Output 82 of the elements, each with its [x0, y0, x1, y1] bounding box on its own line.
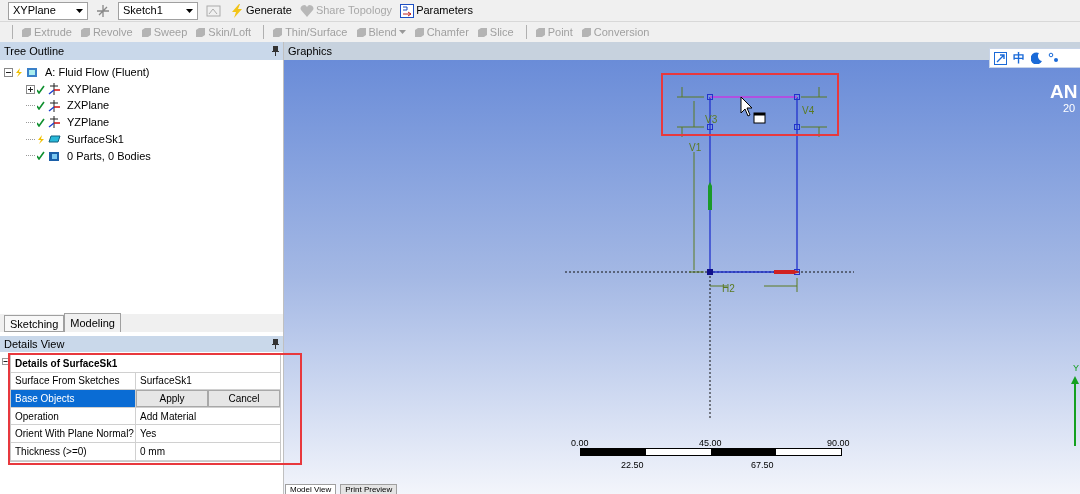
- caret-icon: [186, 8, 193, 13]
- property-label: Operation: [11, 407, 136, 425]
- dimension-label: V3: [705, 113, 718, 127]
- sketch-icon: [206, 3, 222, 18]
- tree-item[interactable]: SurfaceSk1: [67, 130, 124, 148]
- mode-tab[interactable]: Sketching: [4, 315, 65, 332]
- sketch-point: [707, 124, 713, 130]
- toolbar-button[interactable]: Parameters: [400, 2, 473, 19]
- origin-point: [707, 269, 713, 275]
- x-axis-arrow: [774, 270, 800, 274]
- root-icon: [25, 65, 39, 80]
- property-label: Orient With Plane Normal?: [11, 425, 136, 442]
- property-value: Add Material: [139, 409, 198, 424]
- dimension-label: H2: [722, 282, 735, 296]
- tool-icon: [476, 26, 488, 38]
- toolbar-button[interactable]: Generate: [230, 2, 292, 19]
- apply-button[interactable]: Apply: [136, 390, 208, 407]
- details-header: Details of SurfaceSk1: [14, 356, 119, 371]
- logo-version: 20: [1063, 103, 1076, 114]
- property-label: Surface From Sketches: [11, 372, 136, 390]
- sketch-point: [794, 269, 800, 275]
- pin-icon: [272, 339, 279, 349]
- ime-mode-label: 中: [1013, 50, 1025, 67]
- tree-item[interactable]: ZXPlane: [67, 97, 110, 114]
- scale-label: 0.00: [571, 437, 589, 450]
- moon-icon: [1031, 52, 1042, 64]
- tool-icon: [140, 26, 152, 38]
- property-label: Thickness (>=0): [11, 442, 136, 460]
- property-value: Yes: [139, 427, 158, 442]
- y-axis-arrow: [708, 182, 712, 210]
- select-field[interactable]: XYPlane: [8, 1, 88, 20]
- caret-icon: [398, 30, 406, 34]
- property-value: 0 mm: [139, 444, 166, 459]
- sketch-point: [794, 94, 800, 100]
- tool-icon: [21, 26, 32, 38]
- tool-icon: [195, 26, 207, 38]
- cursor-icon: [740, 96, 753, 117]
- axis-label: Y: [1073, 362, 1079, 375]
- tool-icon: [534, 26, 546, 38]
- tool-icon: [355, 26, 367, 38]
- tree-item[interactable]: YZPlane: [67, 114, 110, 131]
- view-tab[interactable]: Model View: [285, 484, 337, 494]
- logo-text: AN: [1050, 82, 1078, 101]
- tool-icon: [272, 26, 284, 38]
- tool-icon: [580, 26, 592, 38]
- sketch-point: [707, 94, 713, 100]
- tree-item[interactable]: 0 Parts, 0 Bodies: [67, 147, 151, 165]
- dimension-label: V1: [689, 141, 702, 155]
- y-axis-arrow: [1071, 376, 1079, 446]
- axis-icon: [96, 3, 110, 18]
- cancel-button[interactable]: Cancel: [208, 390, 280, 407]
- share-icon: [299, 3, 314, 18]
- tool-icon: [413, 26, 425, 38]
- view-tab[interactable]: Print Preview: [340, 484, 398, 494]
- tree-item[interactable]: A: Fluid Flow (Fluent): [45, 64, 150, 81]
- scale-label: 67.50: [751, 459, 774, 472]
- select-field[interactable]: Sketch1: [118, 1, 198, 20]
- scale-label: 22.50: [621, 459, 644, 472]
- mode-tab[interactable]: Modeling: [64, 313, 121, 332]
- resize-icon: [994, 51, 1007, 65]
- window-icon: [753, 112, 766, 124]
- dimension-line: [676, 86, 705, 138]
- parameters-icon: [400, 3, 415, 18]
- property-value: SurfaceSk1: [139, 374, 193, 389]
- pin-icon: [272, 46, 279, 56]
- punctuation-icon: [1048, 52, 1060, 64]
- plane-icon: [47, 82, 61, 97]
- scale-label: 45.00: [699, 437, 722, 450]
- dimension-label: V4: [802, 104, 815, 118]
- panel-title: Details View: [4, 336, 65, 352]
- sketch-point: [794, 124, 800, 130]
- panel-title: Graphics: [288, 43, 333, 59]
- property-label: Base Objects: [11, 390, 136, 407]
- dimension-line: [800, 86, 828, 138]
- plane-icon: [47, 115, 61, 130]
- tree-item[interactable]: XYPlane: [67, 80, 110, 98]
- panel-title: Tree Outline: [4, 43, 65, 59]
- tool-icon: [79, 26, 91, 38]
- generate-icon: [230, 3, 244, 18]
- scale-label: 90.00: [827, 437, 850, 450]
- caret-icon: [76, 8, 83, 13]
- plane-icon: [47, 98, 61, 113]
